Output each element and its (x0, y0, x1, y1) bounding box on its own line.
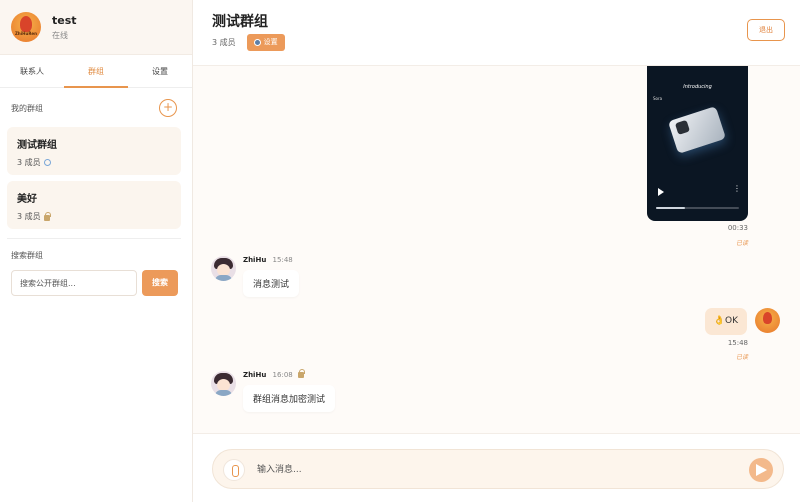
avatar[interactable] (211, 371, 236, 396)
chat-header: 测试群组 3 成员 设置 退出 (193, 0, 800, 66)
message-time: 15:48 (272, 256, 293, 264)
group-member-count: 3 成员 (17, 212, 41, 221)
flame-icon (20, 16, 32, 32)
attach-button[interactable] (223, 459, 245, 481)
message-list[interactable]: Introducing Sora ⋮ 00:33 已读 ZhiHu 15:48 (193, 66, 800, 433)
group-member-count: 3 成员 (17, 158, 41, 167)
search-groups-title: 搜索群组 (11, 251, 43, 260)
read-status: 已读 (735, 240, 748, 247)
gear-icon (253, 39, 261, 46)
group-settings-button[interactable]: 设置 (246, 34, 285, 51)
message-item: ZhiHu 15:48 消息测试 (211, 256, 300, 297)
lock-icon (297, 369, 305, 378)
composer-box (212, 449, 784, 489)
user-profile: ZhiHuRen test 在线 (0, 0, 192, 55)
video-progress-fill (656, 207, 686, 209)
my-groups-title: 我的群组 (11, 103, 43, 113)
send-button[interactable] (749, 458, 773, 482)
user-avatar[interactable]: ZhiHuRen (11, 12, 41, 42)
video-intro-text: Introducing (683, 84, 712, 90)
composer (193, 433, 800, 502)
flame-icon (763, 312, 772, 324)
globe-icon (43, 159, 51, 166)
add-group-button[interactable]: + (159, 99, 177, 117)
group-name: 测试群组 (17, 140, 57, 151)
settings-label: 设置 (263, 38, 278, 46)
search-row: 搜索 (11, 270, 192, 296)
user-status: 在线 (52, 30, 68, 40)
tab-groups[interactable]: 群组 (64, 55, 128, 88)
avatar[interactable] (211, 256, 236, 281)
my-groups-header: 我的群组 + (0, 93, 192, 123)
chat-member-count: 3 成员 (212, 38, 236, 47)
search-button[interactable]: 搜索 (142, 270, 178, 296)
message-time: 16:08 (272, 371, 293, 379)
read-status: 已读 (735, 354, 748, 361)
sender-name: ZhiHu (243, 371, 267, 379)
message-bubble[interactable]: 👌OK (704, 308, 747, 335)
tab-contacts[interactable]: 联系人 (0, 55, 64, 87)
lock-icon (43, 211, 51, 221)
video-message[interactable]: Introducing Sora ⋮ (647, 66, 748, 221)
logout-button[interactable]: 退出 (747, 19, 785, 41)
video-brand-text: Sora (653, 96, 663, 101)
message-input[interactable] (257, 461, 727, 479)
tab-settings[interactable]: 设置 (128, 55, 192, 87)
play-icon[interactable] (658, 188, 664, 196)
message-bubble[interactable]: 消息测试 (243, 270, 300, 297)
video-progress-bar[interactable] (656, 207, 739, 209)
app-window: ZhiHuRen test 在线 联系人 群组 设置 我的群组 + 测试群组 3… (0, 0, 800, 502)
user-name: test (52, 13, 77, 27)
message-time: 15:48 (727, 339, 748, 347)
sidebar-tabs: 联系人 群组 设置 (0, 55, 192, 88)
message-item: ZhiHu 16:08 群组消息加密测试 (211, 369, 336, 412)
group-name: 美好 (17, 194, 37, 205)
sidebar: ZhiHuRen test 在线 联系人 群组 设置 我的群组 + 测试群组 3… (0, 0, 193, 502)
sender-name: ZhiHu (243, 256, 267, 264)
message-bubble[interactable]: 群组消息加密测试 (243, 385, 336, 412)
group-item-test[interactable]: 测试群组 3 成员 (7, 127, 181, 175)
avatar[interactable] (755, 308, 780, 333)
sidebar-divider (7, 238, 181, 239)
chat-panel: 测试群组 3 成员 设置 退出 Introducing Sora ⋮ 00:33… (193, 0, 800, 502)
search-groups-input[interactable] (11, 270, 137, 296)
chat-title: 测试群组 (212, 14, 268, 30)
avatar-logo-text: ZhiHuRen (15, 31, 37, 36)
more-vertical-icon[interactable]: ⋮ (733, 185, 741, 193)
phone-image (667, 106, 727, 154)
plus-icon: + (162, 100, 174, 114)
message-time: 00:33 (727, 224, 748, 232)
group-item-meihao[interactable]: 美好 3 成员 (7, 181, 181, 229)
